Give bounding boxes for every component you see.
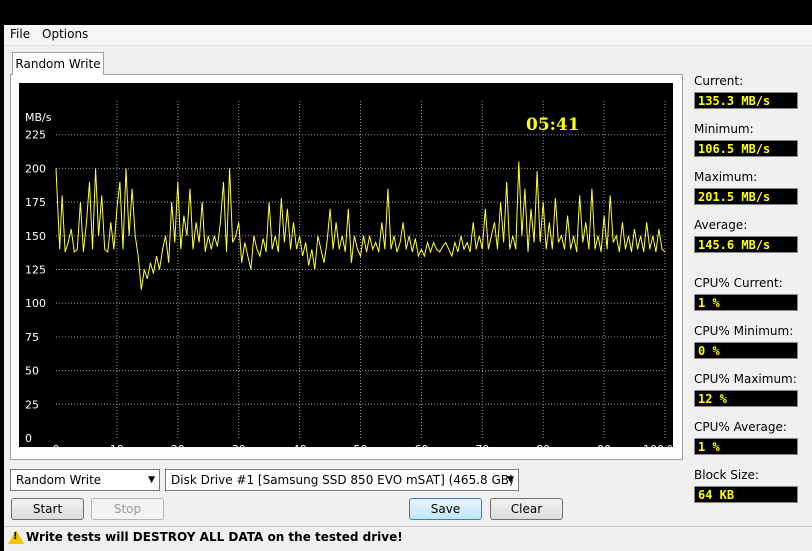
x-tick-label: 90: [597, 443, 611, 456]
minimum-value: 106.5 MB/s: [694, 140, 798, 157]
cpu-maximum-label: CPU% Maximum:: [694, 372, 797, 386]
maximum-label: Maximum:: [694, 170, 758, 184]
x-tick-label: 0: [53, 443, 60, 456]
minimum-label: Minimum:: [694, 122, 754, 136]
chevron-down-icon: ▼: [507, 475, 514, 485]
y-tick-label: 75: [25, 331, 39, 344]
cpu-minimum-label: CPU% Minimum:: [694, 324, 794, 338]
drive-select[interactable]: Disk Drive #1 [Samsung SSD 850 EVO mSAT]…: [165, 469, 519, 491]
test-type-select[interactable]: Random Write ▼: [10, 469, 160, 491]
cpu-maximum-value: 12 %: [694, 390, 798, 407]
block-size-value: 64 KB: [694, 486, 798, 503]
x-tick-label: 40: [293, 443, 307, 456]
clear-button[interactable]: Clear: [490, 498, 563, 520]
x-tick-label: 60: [414, 443, 428, 456]
y-tick-label: 0: [25, 432, 32, 445]
save-button[interactable]: Save: [409, 498, 482, 520]
test-type-select-value: Random Write: [16, 473, 102, 487]
cpu-minimum-value: 0 %: [694, 342, 798, 359]
current-value: 135.3 MB/s: [694, 92, 798, 109]
x-tick-label: 70: [475, 443, 489, 456]
y-tick-label: 175: [25, 196, 46, 209]
cpu-average-value: 1 %: [694, 438, 798, 455]
y-tick-label: 225: [25, 129, 46, 142]
drive-select-value: Disk Drive #1 [Samsung SSD 850 EVO mSAT]…: [171, 473, 514, 487]
maximum-value: 201.5 MB/s: [694, 188, 798, 205]
menu-bar: File Options: [4, 25, 812, 46]
x-tick-label: 80: [536, 443, 550, 456]
average-label: Average:: [694, 218, 748, 232]
warning-icon: !: [8, 530, 24, 544]
average-value: 145.6 MB/s: [694, 236, 798, 253]
app-window: File Options Random Write 0 25 50 75 100 125 1…: [4, 25, 812, 551]
x-tick-label: 100 %: [643, 443, 678, 456]
x-tick-label: 10: [110, 443, 124, 456]
y-axis-label: MB/s: [25, 111, 52, 124]
stop-button[interactable]: Stop: [91, 498, 164, 520]
y-tick-label: 150: [25, 230, 46, 243]
x-tick-label: 30: [232, 443, 246, 456]
status-bar: ! Write tests will DESTROY ALL DATA on t…: [4, 526, 812, 549]
start-button[interactable]: Start: [11, 498, 84, 520]
tab-random-write[interactable]: Random Write: [12, 52, 104, 75]
menu-file[interactable]: File: [10, 27, 30, 41]
x-tick-label: 50: [354, 443, 368, 456]
throughput-chart: 0 25 50 75 100 125 150 175 200 225 0 10 20 30 40 50 60 7…: [15, 81, 678, 456]
tab-panel: 0 25 50 75 100 125 150 175 200 225 0 10 20 30 40 50 60 7…: [10, 74, 683, 460]
block-size-label: Block Size:: [694, 468, 759, 482]
cpu-current-label: CPU% Current:: [694, 276, 783, 290]
current-label: Current:: [694, 74, 744, 88]
y-tick-label: 200: [25, 162, 46, 175]
cpu-average-label: CPU% Average:: [694, 420, 787, 434]
cpu-current-value: 1 %: [694, 294, 798, 311]
y-tick-label: 25: [25, 398, 39, 411]
y-tick-label: 50: [25, 365, 39, 378]
warning-message: Write tests will DESTROY ALL DATA on the…: [26, 530, 403, 544]
y-tick-label: 100: [25, 297, 46, 310]
chevron-down-icon: ▼: [148, 475, 155, 485]
elapsed-timer: 05:41: [526, 115, 580, 135]
x-tick-label: 20: [171, 443, 185, 456]
y-tick-label: 125: [25, 264, 46, 277]
menu-options[interactable]: Options: [42, 27, 88, 41]
